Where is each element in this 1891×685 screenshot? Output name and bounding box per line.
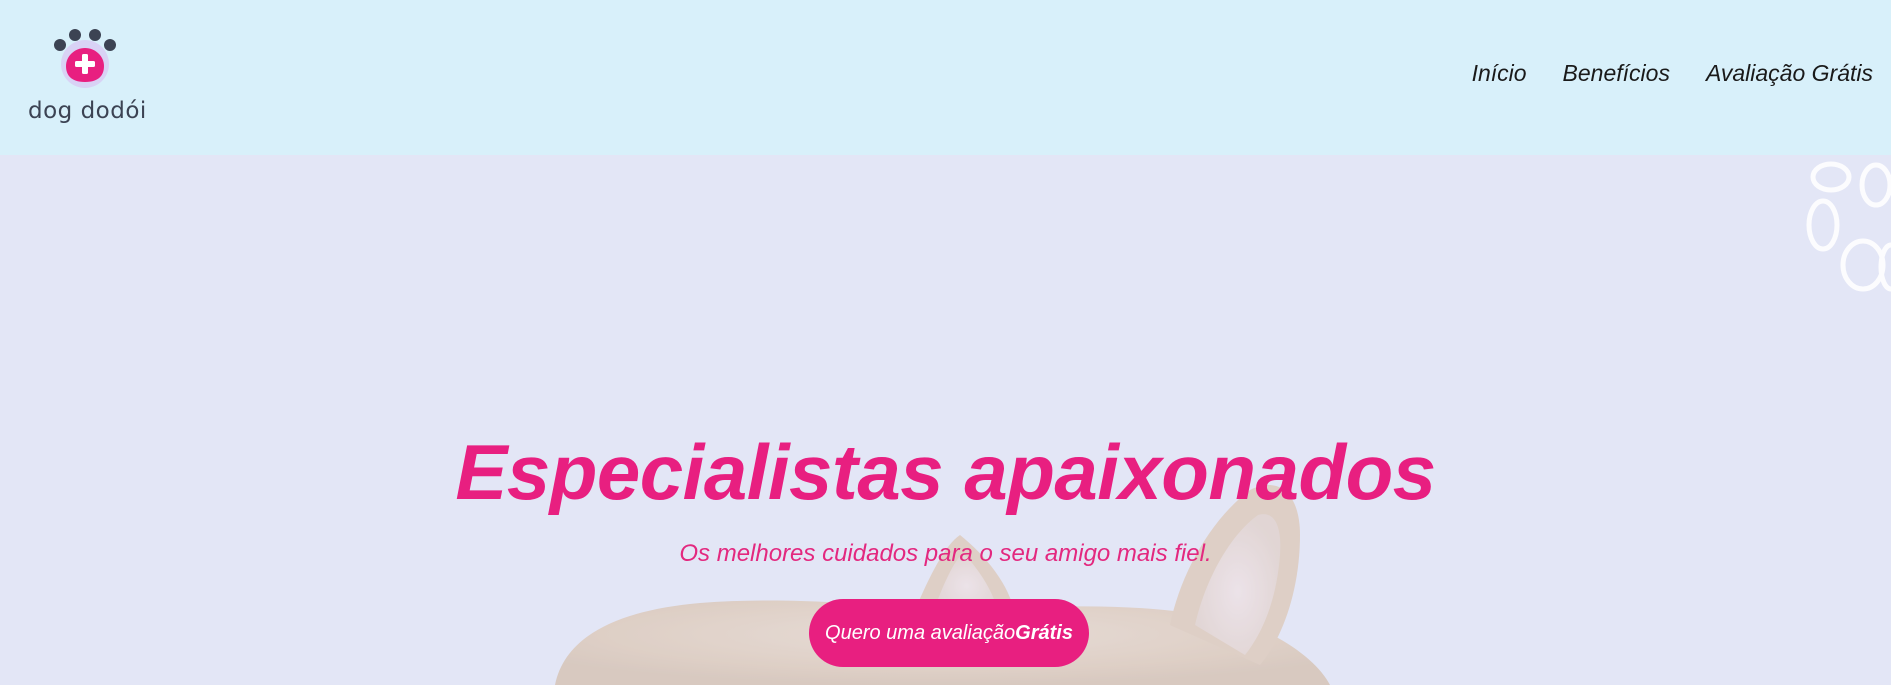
brand-logo[interactable]: dog dodói	[28, 28, 147, 128]
nav-item-avaliacao-gratis[interactable]: Avaliação Grátis	[1706, 60, 1873, 87]
hero-section: Especialistas apaixonados Os melhores cu…	[0, 155, 1891, 685]
nav-item-beneficios[interactable]: Benefícios	[1563, 60, 1670, 87]
nav-item-inicio[interactable]: Início	[1472, 60, 1527, 87]
paw-plus-icon	[54, 29, 116, 88]
brand-name: dog dodói	[28, 98, 147, 124]
free-evaluation-button[interactable]: Quero uma avaliação Grátis	[809, 599, 1089, 667]
cta-label-regular: Quero uma avaliação	[825, 621, 1016, 644]
landing-page: dog dodói Início Benefícios Avaliação Gr…	[0, 0, 1891, 685]
site-header: dog dodói Início Benefícios Avaliação Gr…	[0, 0, 1891, 155]
hero-title: Especialistas apaixonados	[455, 428, 1436, 516]
hero-subtitle: Os melhores cuidados para o seu amigo ma…	[679, 540, 1212, 567]
main-nav: Início Benefícios Avaliação Grátis	[1472, 60, 1873, 87]
cta-label-bold: Grátis	[1015, 621, 1073, 644]
paw-outline-icon	[1806, 161, 1891, 292]
